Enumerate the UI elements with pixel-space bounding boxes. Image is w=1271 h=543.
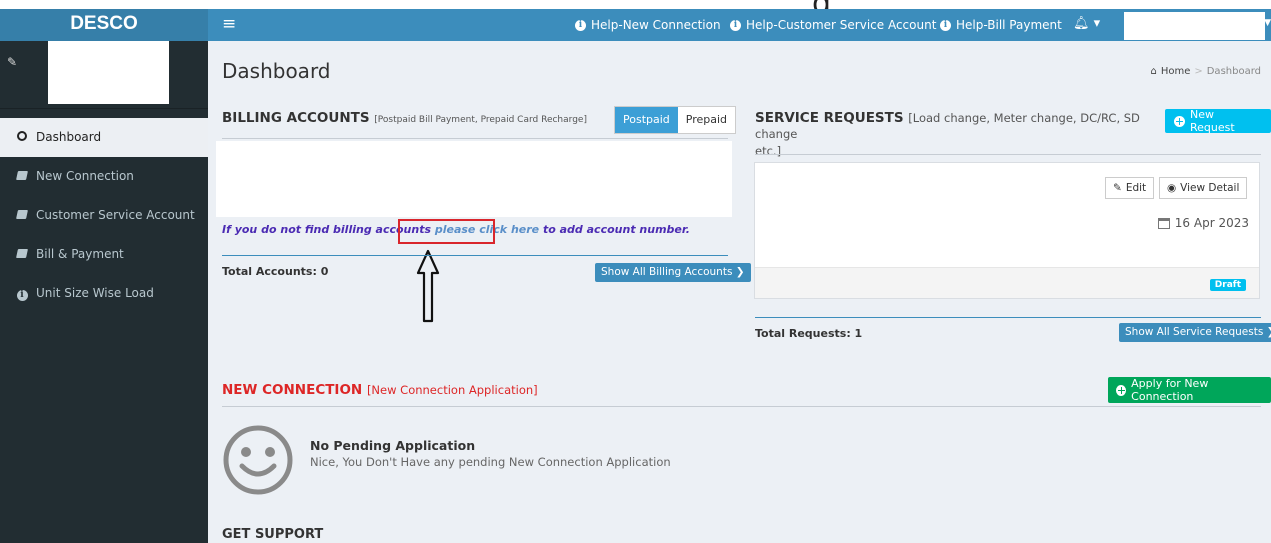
info-icon: i xyxy=(940,19,951,31)
total-requests: Total Requests: 1 xyxy=(755,327,863,340)
billing-type-tabs: Postpaid Prepaid xyxy=(614,106,737,134)
sidebar-menu: Dashboard New Connection Customer Servic… xyxy=(0,118,208,313)
empty-state-title: No Pending Application xyxy=(310,438,476,453)
pencil-icon: ✎ xyxy=(1113,182,1122,194)
tab-postpaid[interactable]: Postpaid xyxy=(615,107,678,133)
plus-circle-icon xyxy=(1174,115,1185,127)
eye-icon: ◉ xyxy=(1167,182,1177,194)
user-menu[interactable]: ▼ xyxy=(1124,12,1271,40)
breadcrumb-home[interactable]: Home xyxy=(1161,66,1191,77)
nav-help-bill-payment[interactable]: i Help-Bill Payment xyxy=(940,9,1062,41)
nav-help-customer-service-account[interactable]: i Help-Customer Service Account xyxy=(730,9,936,41)
up-arrow-annotation xyxy=(416,249,440,323)
service-footer-divider xyxy=(755,317,1261,318)
sidebar-item-new-connection[interactable]: New Connection xyxy=(0,157,208,196)
calendar-icon xyxy=(1157,217,1170,229)
sidebar-divider xyxy=(0,108,208,109)
nav-help-new-connection[interactable]: i Help-New Connection xyxy=(575,9,721,41)
empty-state-subtitle: Nice, You Don't Have any pending New Con… xyxy=(310,455,671,469)
new-connection-heading: NEW CONNECTION [New Connection Applicati… xyxy=(222,382,538,398)
chevron-down-icon: ▼ xyxy=(1264,18,1271,28)
view-detail-button[interactable]: ◉ View Detail xyxy=(1159,177,1248,199)
page-title: Dashboard xyxy=(222,59,331,83)
sidebar: ✎ Dashboard New Connection Customer Serv… xyxy=(0,41,208,543)
breadcrumb-separator: > xyxy=(1194,66,1203,77)
bell-icon[interactable]: 🔔︎ ▾ xyxy=(1073,9,1100,41)
service-divider xyxy=(755,154,1261,155)
pencil-icon: ✎ xyxy=(7,55,18,69)
total-accounts: Total Accounts: 0 xyxy=(222,265,329,278)
get-support-heading: GET SUPPORT xyxy=(222,527,324,542)
book-icon xyxy=(16,196,28,235)
apply-new-connection-button[interactable]: Apply for New Connection xyxy=(1108,377,1271,403)
sidebar-item-customer-service-account[interactable]: Customer Service Account xyxy=(0,196,208,235)
hamburger-icon[interactable]: ≡ xyxy=(222,9,236,41)
request-date: 16 Apr 2023 xyxy=(1157,216,1249,230)
home-icon: ⌂ xyxy=(1150,66,1157,77)
billing-divider xyxy=(222,138,728,139)
highlight-box xyxy=(398,219,495,244)
book-icon xyxy=(16,235,28,274)
info-icon: i xyxy=(575,19,586,31)
info-icon: i xyxy=(730,19,741,31)
main-content: Dashboard ⌂ Home > Dashboard BILLING ACC… xyxy=(208,41,1271,543)
sidebar-item-bill-payment[interactable]: Bill & Payment xyxy=(0,235,208,274)
service-request-card: ✎ Edit ◉ View Detail 16 Apr 2023 Draft xyxy=(754,162,1260,299)
breadcrumb-current: Dashboard xyxy=(1206,66,1261,77)
show-all-billing-accounts-button[interactable]: Show All Billing Accounts ❯ xyxy=(595,263,751,282)
billing-accounts-heading: BILLING ACCOUNTS [Postpaid Bill Payment,… xyxy=(222,110,587,126)
sidebar-item-dashboard[interactable]: Dashboard xyxy=(0,118,208,157)
smiley-icon xyxy=(223,425,293,495)
edit-button[interactable]: ✎ Edit xyxy=(1105,177,1155,199)
sidebar-item-unit-size-wise-load[interactable]: i Unit Size Wise Load xyxy=(0,274,208,313)
avatar xyxy=(48,41,169,104)
service-requests-heading: SERVICE REQUESTS [Load change, Meter cha… xyxy=(755,110,1140,158)
plus-circle-icon xyxy=(1116,384,1127,396)
tab-prepaid[interactable]: Prepaid xyxy=(677,107,736,133)
breadcrumb: ⌂ Home > Dashboard xyxy=(1150,66,1261,77)
top-strip: g xyxy=(0,0,1271,21)
new-connection-divider xyxy=(222,406,1261,407)
service-card-footer: Draft xyxy=(755,267,1259,298)
info-icon: i xyxy=(16,274,28,313)
circle-icon xyxy=(16,118,28,157)
billing-footer-divider xyxy=(222,255,728,256)
show-all-service-requests-button[interactable]: Show All Service Requests ❯ xyxy=(1119,323,1271,342)
book-icon xyxy=(16,157,28,196)
new-request-button[interactable]: New Request xyxy=(1165,108,1271,134)
status-badge: Draft xyxy=(1209,279,1246,291)
brand-logo[interactable]: DESCO xyxy=(0,9,208,41)
billing-accounts-list xyxy=(216,141,732,217)
